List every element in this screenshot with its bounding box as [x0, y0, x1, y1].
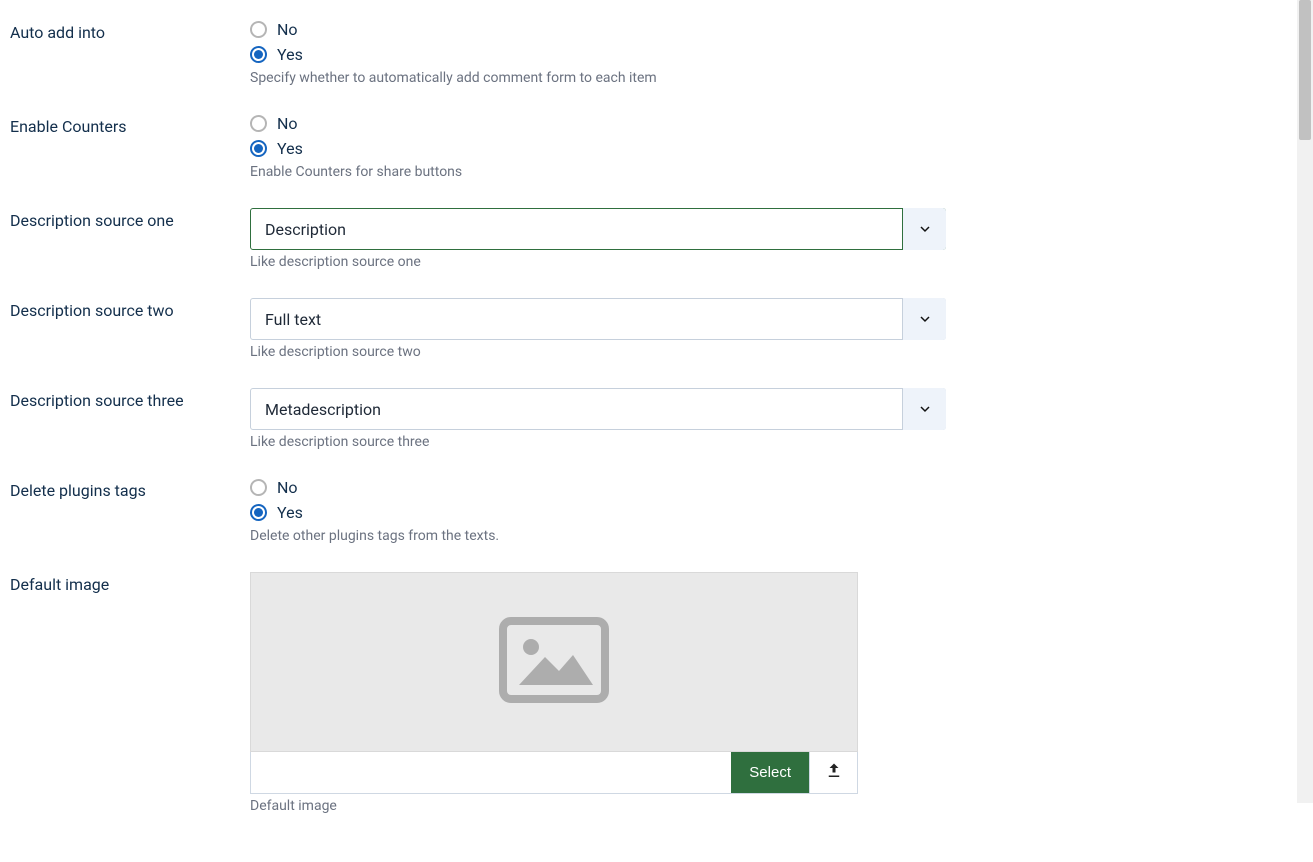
- radio-icon: [250, 504, 267, 521]
- radio-counters-yes[interactable]: Yes: [250, 139, 950, 158]
- radio-auto-add-yes[interactable]: Yes: [250, 45, 950, 64]
- radio-delete-tags-no[interactable]: No: [250, 478, 950, 497]
- upload-icon: [825, 762, 843, 783]
- radio-icon: [250, 115, 267, 132]
- label-desc-two: Description source two: [10, 298, 250, 320]
- select-value: Metadescription: [265, 400, 381, 419]
- radio-delete-tags-yes[interactable]: Yes: [250, 503, 950, 522]
- field-enable-counters: Enable Counters No Yes Enable Counters f…: [10, 114, 1303, 180]
- label-enable-counters: Enable Counters: [10, 114, 250, 136]
- radio-label-no: No: [277, 114, 298, 133]
- label-desc-three: Description source three: [10, 388, 250, 410]
- vertical-scrollbar[interactable]: [1297, 0, 1313, 803]
- label-desc-one: Description source one: [10, 208, 250, 230]
- field-desc-source-three: Description source three Metadescription…: [10, 388, 1303, 450]
- select-desc-one[interactable]: Description: [250, 208, 946, 250]
- field-default-image: Default image Select: [10, 572, 1303, 814]
- select-desc-three[interactable]: Metadescription: [250, 388, 946, 430]
- radio-label-yes: Yes: [277, 139, 303, 158]
- radio-label-yes: Yes: [277, 503, 303, 522]
- radio-icon: [250, 46, 267, 63]
- scrollbar-thumb[interactable]: [1299, 0, 1311, 140]
- hint-desc-three: Like description source three: [250, 434, 950, 450]
- radio-icon: [250, 140, 267, 157]
- hint-auto-add: Specify whether to automatically add com…: [250, 70, 950, 86]
- field-delete-plugins-tags: Delete plugins tags No Yes Delete other …: [10, 478, 1303, 544]
- radio-label-no: No: [277, 20, 298, 39]
- label-delete-tags: Delete plugins tags: [10, 478, 250, 500]
- hint-counters: Enable Counters for share buttons: [250, 164, 950, 180]
- select-image-button[interactable]: Select: [731, 752, 809, 793]
- field-desc-source-two: Description source two Full text Like de…: [10, 298, 1303, 360]
- hint-desc-two: Like description source two: [250, 344, 950, 360]
- hint-desc-one: Like description source one: [250, 254, 950, 270]
- radio-label-no: No: [277, 478, 298, 497]
- select-value: Full text: [265, 310, 321, 329]
- select-desc-two[interactable]: Full text: [250, 298, 946, 340]
- radio-icon: [250, 479, 267, 496]
- field-desc-source-one: Description source one Description Like …: [10, 208, 1303, 270]
- image-preview: [250, 572, 858, 752]
- hint-delete-tags: Delete other plugins tags from the texts…: [250, 528, 950, 544]
- upload-image-button[interactable]: [809, 752, 857, 793]
- label-auto-add-into: Auto add into: [10, 20, 250, 42]
- select-value: Description: [265, 220, 346, 239]
- field-auto-add-into: Auto add into No Yes Specify whether to …: [10, 20, 1303, 86]
- image-path-input[interactable]: [251, 752, 731, 793]
- radio-counters-no[interactable]: No: [250, 114, 950, 133]
- radio-auto-add-no[interactable]: No: [250, 20, 950, 39]
- radio-icon: [250, 21, 267, 38]
- hint-default-image: Default image: [250, 798, 950, 814]
- image-placeholder-icon: [499, 617, 609, 707]
- label-default-image: Default image: [10, 572, 250, 594]
- radio-label-yes: Yes: [277, 45, 303, 64]
